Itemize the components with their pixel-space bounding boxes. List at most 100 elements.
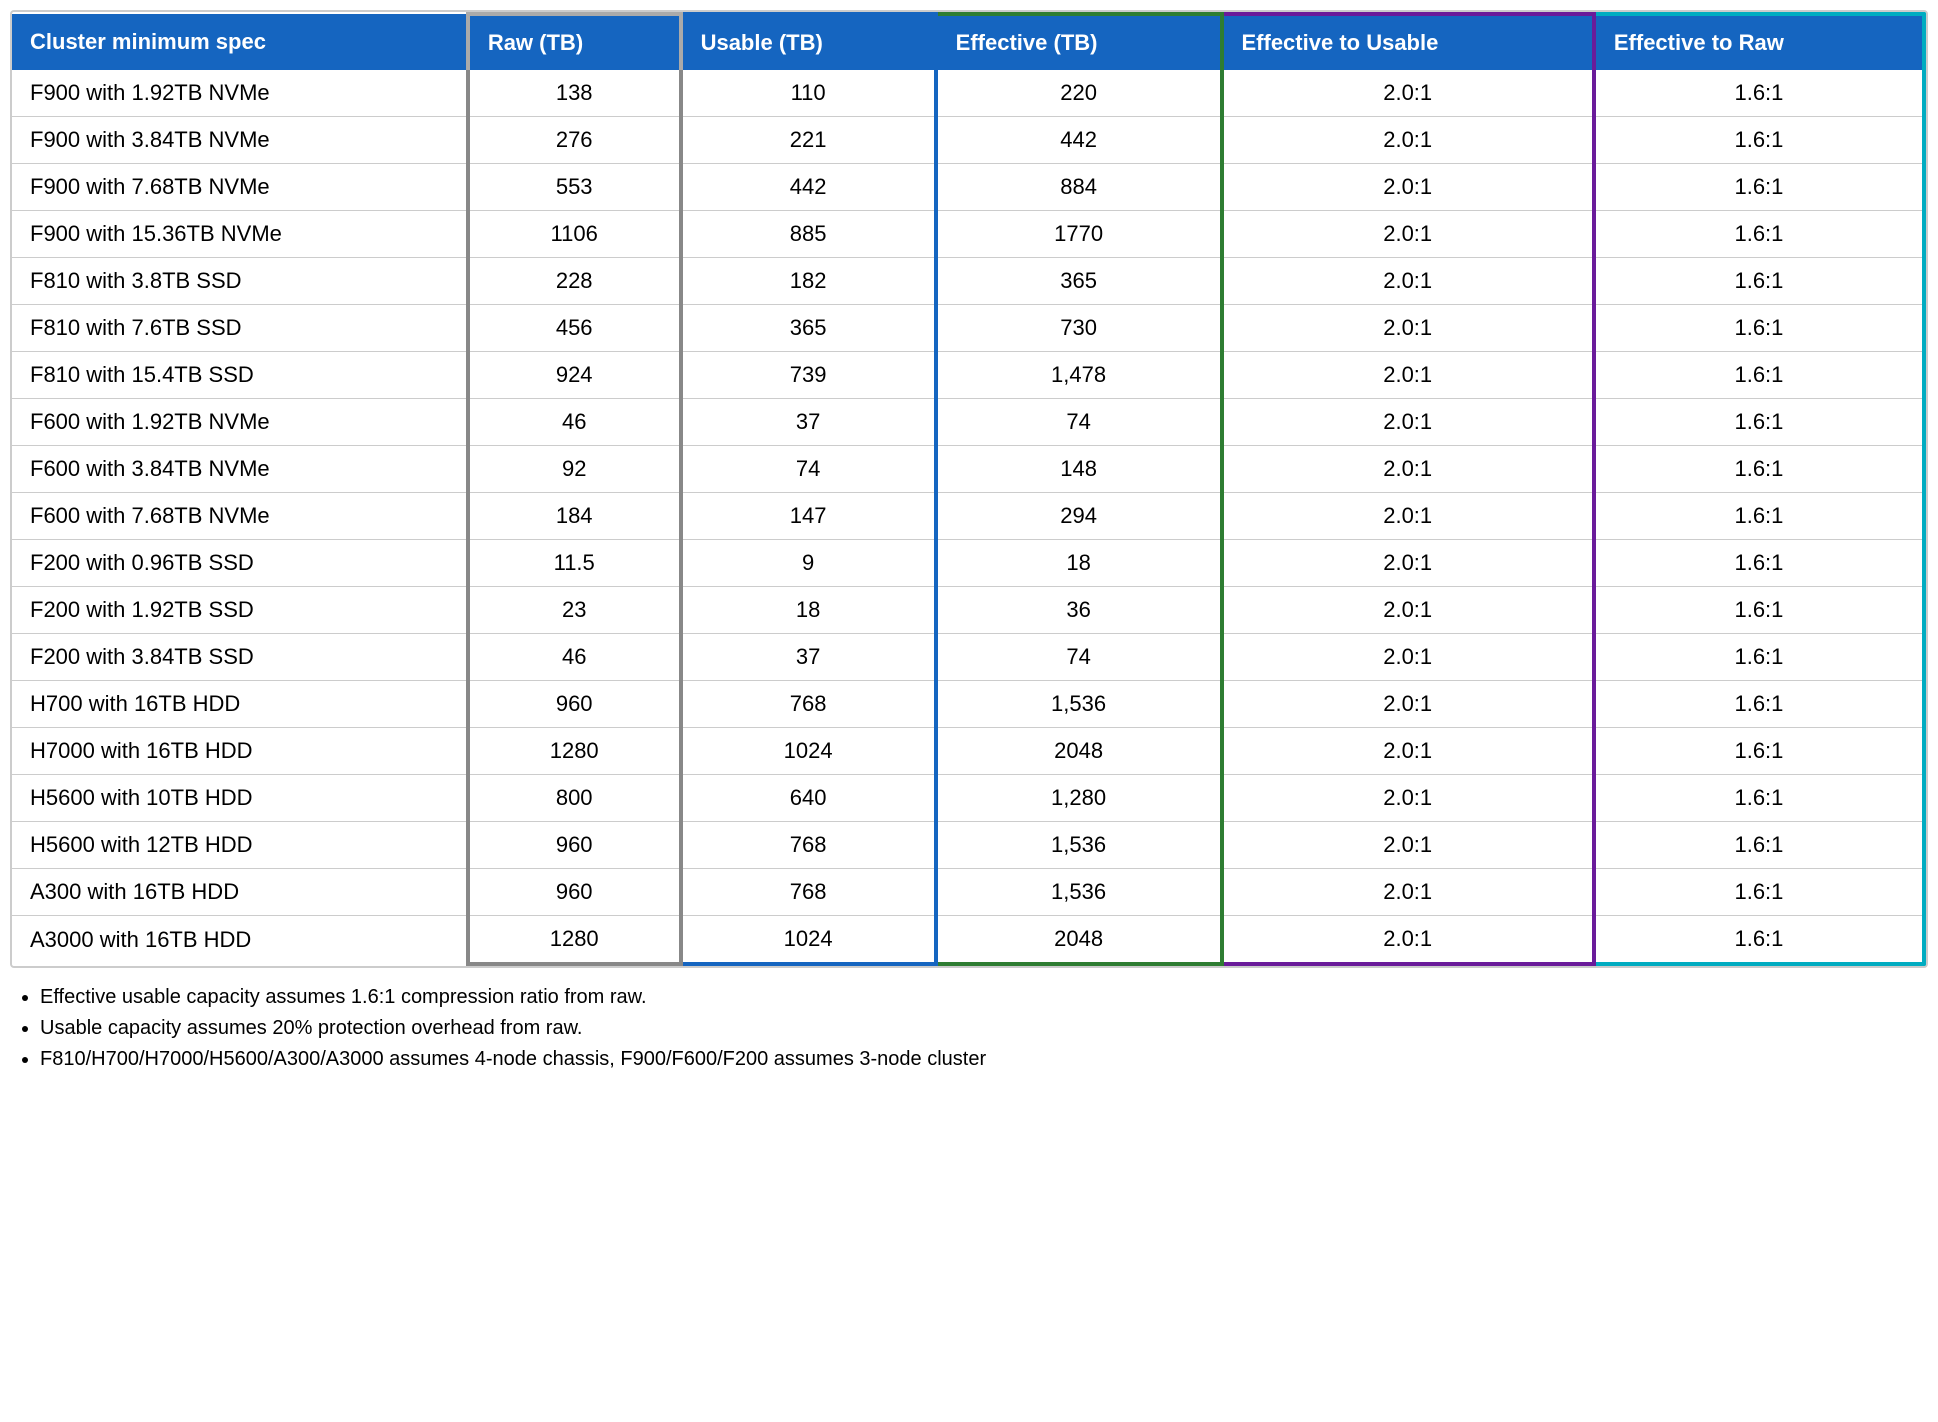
table-cell: 228	[468, 258, 681, 305]
table-row: F900 with 3.84TB NVMe2762214422.0:11.6:1	[12, 117, 1924, 164]
capacity-table: Cluster minimum spec Raw (TB) Usable (TB…	[12, 12, 1926, 966]
table-cell: F810 with 3.8TB SSD	[12, 258, 468, 305]
table-row: A3000 with 16TB HDD1280102420482.0:11.6:…	[12, 916, 1924, 965]
table-cell: F900 with 7.68TB NVMe	[12, 164, 468, 211]
table-cell: 147	[681, 493, 936, 540]
table-cell: 1,536	[936, 869, 1222, 916]
table-row: F810 with 15.4TB SSD9247391,4782.0:11.6:…	[12, 352, 1924, 399]
table-cell: H5600 with 10TB HDD	[12, 775, 468, 822]
table-row: F200 with 0.96TB SSD11.59182.0:11.6:1	[12, 540, 1924, 587]
table-cell: 1106	[468, 211, 681, 258]
header-usable: Usable (TB)	[681, 14, 936, 70]
table-row: F200 with 3.84TB SSD4637742.0:11.6:1	[12, 634, 1924, 681]
header-eff-raw: Effective to Raw	[1594, 14, 1924, 70]
table-cell: F200 with 3.84TB SSD	[12, 634, 468, 681]
table-cell: 960	[468, 869, 681, 916]
table-cell: 74	[936, 634, 1222, 681]
table-cell: 2.0:1	[1222, 493, 1594, 540]
table-cell: 2048	[936, 728, 1222, 775]
table-cell: 46	[468, 634, 681, 681]
table-cell: 1.6:1	[1594, 634, 1924, 681]
table-cell: 23	[468, 587, 681, 634]
table-cell: 739	[681, 352, 936, 399]
table-cell: F900 with 3.84TB NVMe	[12, 117, 468, 164]
table-cell: 1.6:1	[1594, 869, 1924, 916]
table-cell: 2.0:1	[1222, 681, 1594, 728]
table-row: F600 with 3.84TB NVMe92741482.0:11.6:1	[12, 446, 1924, 493]
table-cell: 2.0:1	[1222, 399, 1594, 446]
table-cell: 74	[681, 446, 936, 493]
table-row: A300 with 16TB HDD9607681,5362.0:11.6:1	[12, 869, 1924, 916]
table-cell: 37	[681, 634, 936, 681]
table-cell: 11.5	[468, 540, 681, 587]
table-cell: 2.0:1	[1222, 446, 1594, 493]
table-cell: 768	[681, 869, 936, 916]
table-cell: 2.0:1	[1222, 164, 1594, 211]
table-cell: 148	[936, 446, 1222, 493]
table-cell: 768	[681, 822, 936, 869]
table-header-row: Cluster minimum spec Raw (TB) Usable (TB…	[12, 14, 1924, 70]
table-cell: 1.6:1	[1594, 540, 1924, 587]
table-cell: 2.0:1	[1222, 916, 1594, 965]
table-row: F900 with 7.68TB NVMe5534428842.0:11.6:1	[12, 164, 1924, 211]
table-cell: F600 with 1.92TB NVMe	[12, 399, 468, 446]
table-cell: 110	[681, 70, 936, 117]
table-row: F600 with 7.68TB NVMe1841472942.0:11.6:1	[12, 493, 1924, 540]
table-cell: 36	[936, 587, 1222, 634]
table-cell: 640	[681, 775, 936, 822]
table-cell: 2.0:1	[1222, 728, 1594, 775]
table-cell: 74	[936, 399, 1222, 446]
table-body: F900 with 1.92TB NVMe1381102202.0:11.6:1…	[12, 70, 1924, 964]
table-cell: 2.0:1	[1222, 869, 1594, 916]
table-row: H7000 with 16TB HDD1280102420482.0:11.6:…	[12, 728, 1924, 775]
table-cell: F810 with 15.4TB SSD	[12, 352, 468, 399]
table-cell: 1.6:1	[1594, 211, 1924, 258]
table-cell: 2.0:1	[1222, 305, 1594, 352]
table-cell: H5600 with 12TB HDD	[12, 822, 468, 869]
table-cell: 2.0:1	[1222, 211, 1594, 258]
table-cell: 221	[681, 117, 936, 164]
table-row: H5600 with 10TB HDD8006401,2802.0:11.6:1	[12, 775, 1924, 822]
table-cell: 276	[468, 117, 681, 164]
table-cell: H7000 with 16TB HDD	[12, 728, 468, 775]
table-cell: 1,536	[936, 822, 1222, 869]
table-cell: 1.6:1	[1594, 681, 1924, 728]
table-cell: 37	[681, 399, 936, 446]
table-cell: 1.6:1	[1594, 587, 1924, 634]
table-cell: 730	[936, 305, 1222, 352]
table-cell: 1280	[468, 916, 681, 965]
table-cell: 1280	[468, 728, 681, 775]
table-cell: 2.0:1	[1222, 352, 1594, 399]
table-row: F810 with 7.6TB SSD4563657302.0:11.6:1	[12, 305, 1924, 352]
header-eff-usable: Effective to Usable	[1222, 14, 1594, 70]
table-cell: 1.6:1	[1594, 775, 1924, 822]
table-cell: 1.6:1	[1594, 305, 1924, 352]
table-row: F200 with 1.92TB SSD2318362.0:11.6:1	[12, 587, 1924, 634]
header-effective: Effective (TB)	[936, 14, 1222, 70]
table-row: H700 with 16TB HDD9607681,5362.0:11.6:1	[12, 681, 1924, 728]
table-cell: 1,478	[936, 352, 1222, 399]
footnotes: Effective usable capacity assumes 1.6:1 …	[10, 986, 1928, 1071]
table-cell: 1024	[681, 916, 936, 965]
table-cell: 960	[468, 822, 681, 869]
table-cell: 2.0:1	[1222, 540, 1594, 587]
table-cell: A3000 with 16TB HDD	[12, 916, 468, 965]
table-cell: 1.6:1	[1594, 493, 1924, 540]
table-cell: 885	[681, 211, 936, 258]
footnote-item: F810/H700/H7000/H5600/A300/A3000 assumes…	[40, 1048, 1928, 1071]
table-cell: 1770	[936, 211, 1222, 258]
table-cell: 1,536	[936, 681, 1222, 728]
table-cell: 924	[468, 352, 681, 399]
table-cell: 46	[468, 399, 681, 446]
footnote-item: Usable capacity assumes 20% protection o…	[40, 1017, 1928, 1040]
table-cell: 220	[936, 70, 1222, 117]
table-cell: 884	[936, 164, 1222, 211]
table-row: F600 with 1.92TB NVMe4637742.0:11.6:1	[12, 399, 1924, 446]
table-cell: 442	[681, 164, 936, 211]
table-cell: 1.6:1	[1594, 258, 1924, 305]
table-cell: 1024	[681, 728, 936, 775]
table-cell: 184	[468, 493, 681, 540]
table-cell: 92	[468, 446, 681, 493]
table-cell: 365	[936, 258, 1222, 305]
table-cell: 9	[681, 540, 936, 587]
